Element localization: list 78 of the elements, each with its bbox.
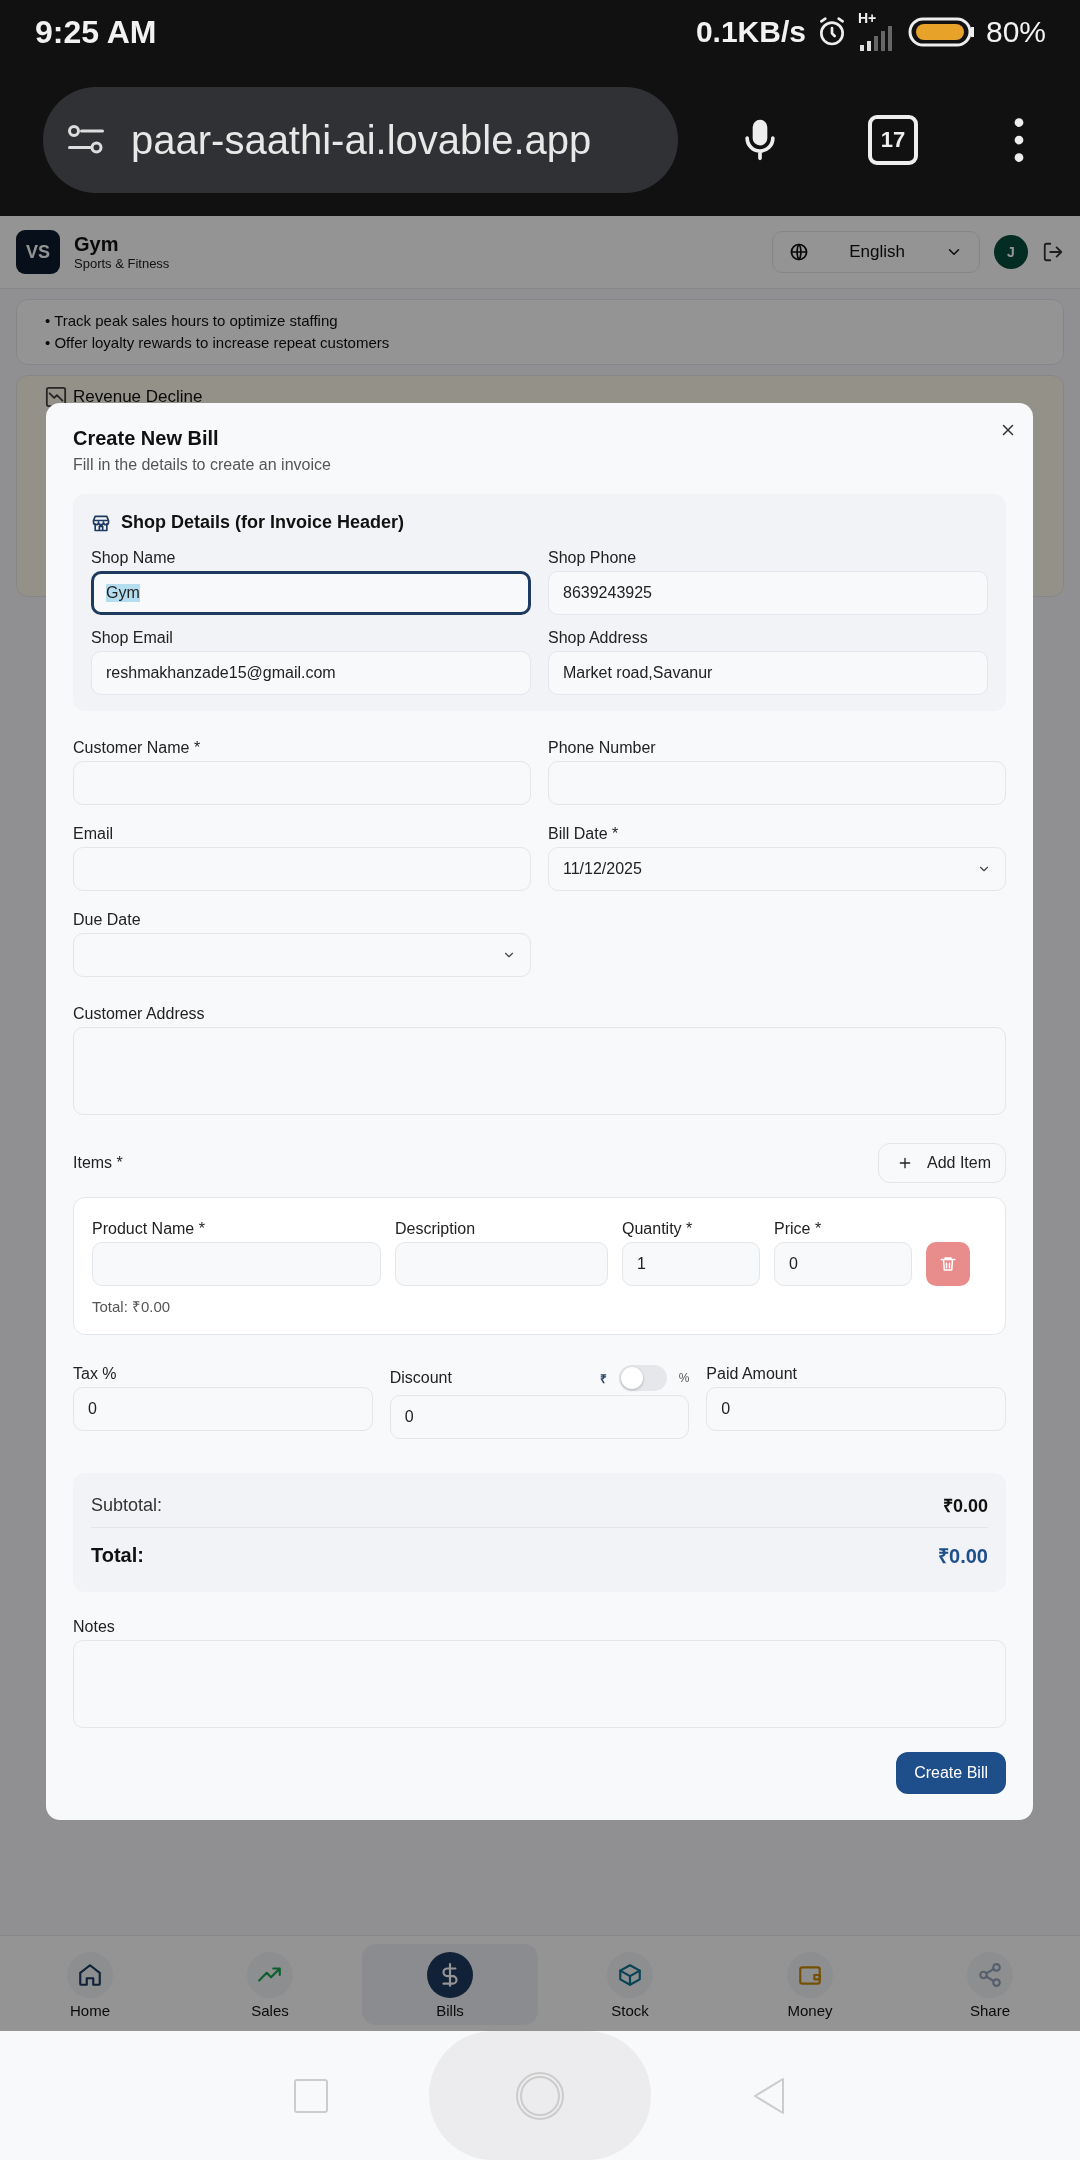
input-field[interactable]: Gym xyxy=(91,571,531,615)
subtotal-label: Subtotal: xyxy=(91,1494,163,1516)
tip-text: • Track peak sales hours to optimize staffing xyxy=(45,311,339,331)
input-field[interactable]: 0 xyxy=(774,1242,912,1286)
alert-title: Revenue Decline xyxy=(73,387,203,407)
input-field[interactable]: 1 xyxy=(622,1242,760,1286)
field-label: Description xyxy=(395,1220,477,1238)
date-select[interactable]: 11/12/2025 xyxy=(548,847,1006,891)
field-label: Due Date xyxy=(73,911,142,929)
more-icon[interactable] xyxy=(1012,115,1026,165)
toggle-switch[interactable] xyxy=(618,1365,667,1391)
trash-icon xyxy=(939,1255,957,1273)
field-label: Customer Address xyxy=(73,1005,206,1023)
field-label: Phone Number xyxy=(548,739,657,757)
address-bar[interactable]: paar-saathi-ai.lovable.app xyxy=(43,87,678,193)
input-field[interactable]: Market road,Savanur xyxy=(548,651,988,695)
input-field[interactable]: 0 xyxy=(706,1387,1006,1431)
logo-badge: VS xyxy=(16,230,60,274)
total-value: ₹0.00 xyxy=(938,1543,988,1569)
tip-text: • Offer loyalty rewards to increase repeat customers xyxy=(45,333,391,353)
date-select[interactable] xyxy=(73,933,531,977)
tab-count-button[interactable]: 17 xyxy=(868,115,918,165)
logout-icon[interactable] xyxy=(1042,241,1064,263)
battery-percent: 80% xyxy=(985,15,1046,49)
share-icon xyxy=(977,1962,1003,1988)
field-label: Notes xyxy=(73,1618,116,1636)
input-field[interactable]: 0 xyxy=(73,1387,373,1431)
field-label: Customer Name * xyxy=(73,739,202,757)
dialog-subtitle: Fill in the details to create an invoice xyxy=(73,456,332,474)
clock-time: 9:25 AM xyxy=(35,13,157,51)
field-label: Price * xyxy=(774,1220,823,1238)
network-type: H+ xyxy=(857,11,877,25)
section-label: Items * xyxy=(73,1154,123,1172)
field-label: Tax % xyxy=(73,1365,118,1383)
language-select[interactable]: English xyxy=(772,231,980,273)
field-label: Shop Phone xyxy=(548,549,638,567)
field-label: Quantity * xyxy=(622,1220,694,1238)
nav-tab[interactable]: Home xyxy=(2,1944,178,2025)
field-label: Paid Amount xyxy=(706,1365,799,1383)
nav-tab[interactable]: Sales xyxy=(182,1944,358,2025)
business-name: Gym xyxy=(74,233,120,256)
create-bill-button[interactable]: Create Bill xyxy=(896,1752,1006,1794)
add-item-button[interactable]: Add Item xyxy=(877,1143,1006,1183)
field-label: Discount xyxy=(389,1369,452,1387)
box-icon xyxy=(617,1962,643,1988)
delete-button[interactable] xyxy=(926,1242,970,1286)
item-total: Total: ₹0.00 xyxy=(92,1297,172,1316)
input-field[interactable] xyxy=(92,1242,381,1286)
field-label: Shop Address xyxy=(548,629,649,647)
triangle-icon[interactable] xyxy=(751,2075,787,2116)
input-field[interactable]: 0 xyxy=(389,1395,690,1439)
avatar[interactable]: J xyxy=(994,235,1028,269)
field-label: Shop Name xyxy=(91,549,177,567)
square-icon[interactable] xyxy=(293,2077,329,2114)
input-field[interactable] xyxy=(395,1242,608,1286)
subtotal-value: ₹0.00 xyxy=(942,1495,988,1517)
field-label: Product Name * xyxy=(92,1220,206,1238)
input-field[interactable]: 8639243925 xyxy=(548,571,988,615)
total-label: Total: xyxy=(91,1543,144,1567)
field-label: Shop Email xyxy=(91,629,174,647)
percent-label: % xyxy=(678,1371,690,1385)
battery-icon xyxy=(907,17,976,47)
circle-icon[interactable] xyxy=(514,2069,566,2122)
nav-tab[interactable]: Money xyxy=(722,1944,898,2025)
url-text: paar-saathi-ai.lovable.app xyxy=(131,117,592,163)
house-icon xyxy=(77,1962,103,1988)
currency-label: ₹ xyxy=(599,1370,607,1387)
section-heading: Shop Details (for Invoice Header) xyxy=(121,512,405,533)
nav-tab[interactable]: Share xyxy=(902,1944,1078,2025)
field-label: Email xyxy=(73,825,114,843)
nav-tab[interactable]: Bills xyxy=(362,1944,538,2025)
globe-icon xyxy=(789,242,810,262)
field-label: Bill Date * xyxy=(548,825,620,843)
business-category: Sports & Fitness xyxy=(74,256,171,271)
dialog-title: Create New Bill xyxy=(73,427,220,450)
network-speed: 0.1KB/s xyxy=(695,15,806,49)
nav-tab[interactable]: Stock xyxy=(542,1944,718,2025)
input-field[interactable]: reshmakhanzade15@gmail.com xyxy=(91,651,531,695)
